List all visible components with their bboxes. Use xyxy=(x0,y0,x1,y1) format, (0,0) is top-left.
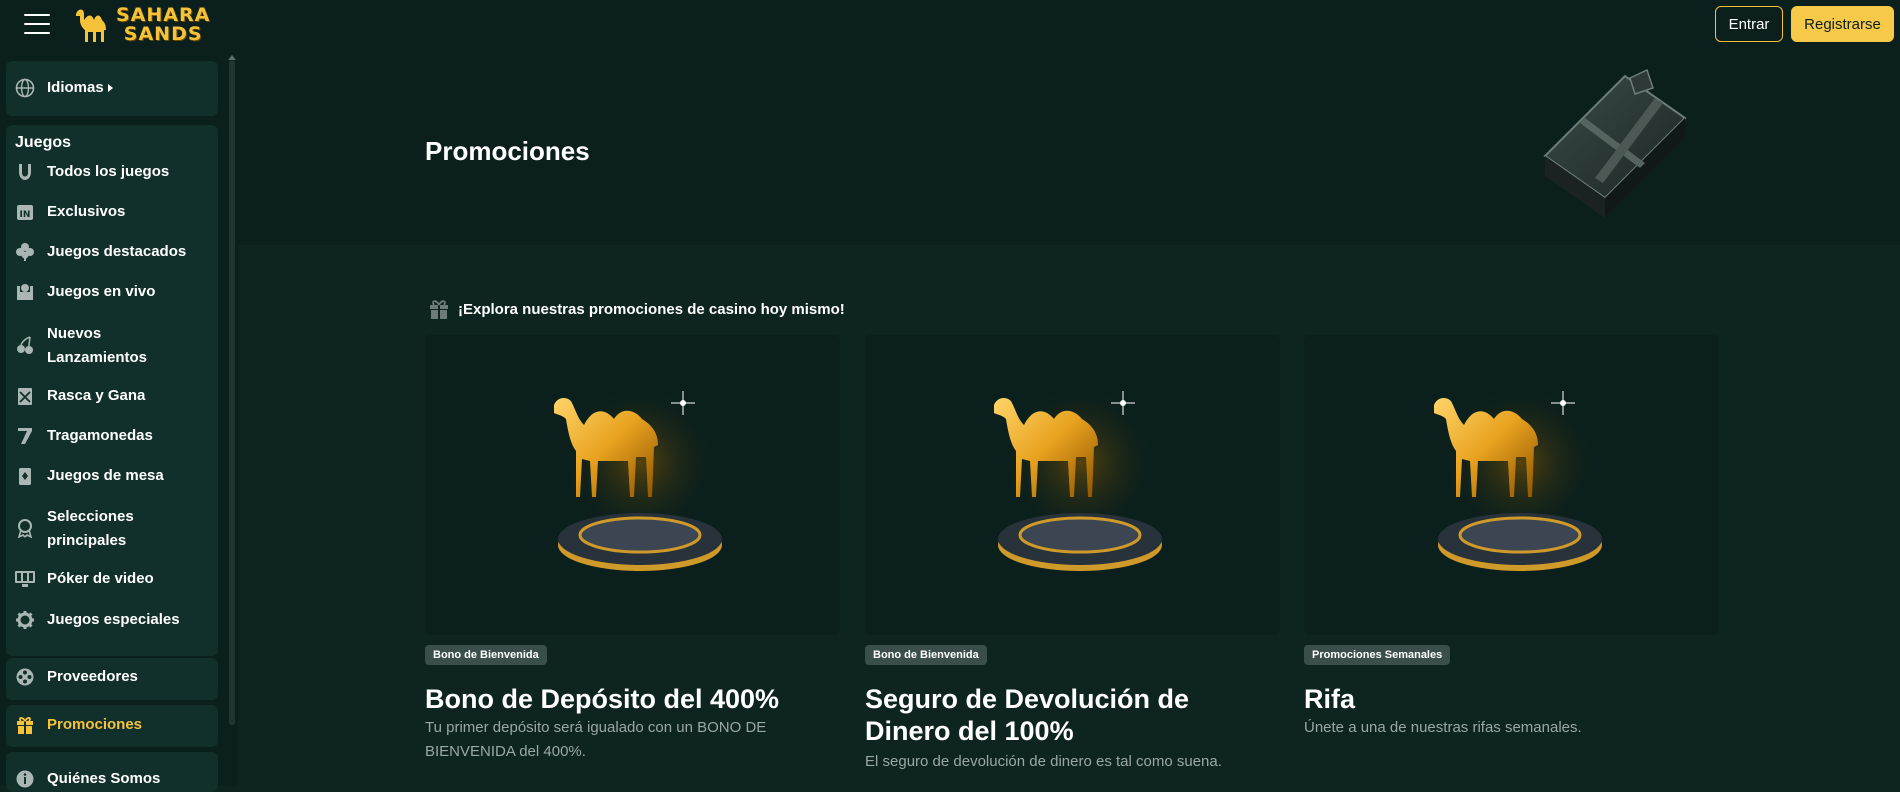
sidebar-item-label: Exclusivos xyxy=(47,203,126,220)
promo-badge: Bono de Bienvenida xyxy=(865,645,987,665)
promo-badge: Bono de Bienvenida xyxy=(425,645,547,665)
globe-icon xyxy=(14,77,36,99)
gift-icon xyxy=(14,714,36,736)
exclusive-icon: IN xyxy=(14,201,36,223)
language-selector[interactable]: Idiomas xyxy=(14,76,113,100)
sidebar-item-featured[interactable]: Juegos destacados xyxy=(14,240,186,264)
promo-description: Tu primer depósito será igualado con un … xyxy=(425,719,767,760)
sidebar-item-label: Juegos en vivo xyxy=(47,283,156,300)
sidebar-item-promotions[interactable]: Promociones xyxy=(14,713,142,737)
sidebar-item-about[interactable]: Quiénes Somos xyxy=(14,767,160,791)
golden-camel-trophy-icon xyxy=(1434,390,1602,571)
scratch-card-icon xyxy=(14,385,36,407)
logo-line-2: SANDS xyxy=(123,23,203,45)
sidebar-item-label: Juegos destacados xyxy=(47,243,187,260)
login-button[interactable]: Entrar xyxy=(1715,6,1783,42)
camel-logo-icon xyxy=(76,9,106,42)
live-dealer-icon xyxy=(14,281,36,303)
promo-badge: Promociones Semanales xyxy=(1304,645,1451,665)
cherries-icon xyxy=(14,334,36,356)
intro-text: ¡Explora nuestras promociones de casino … xyxy=(458,300,845,318)
sidebar-item-label: Tragamonedas xyxy=(47,427,153,444)
page-title: Promociones xyxy=(425,136,590,166)
sidebar-scrollbar[interactable] xyxy=(229,60,235,725)
sidebar-item-video-poker[interactable]: Póker de video xyxy=(14,567,154,591)
intro-heading: ¡Explora nuestras promociones de casino … xyxy=(428,298,845,320)
gift-icon xyxy=(430,300,448,319)
sidebar-item-label: Juegos especiales xyxy=(47,611,180,628)
svg-text:IN: IN xyxy=(20,210,31,220)
seven-icon xyxy=(14,425,36,447)
sidebar-item-new-releases[interactable]: Nuevos Lanzamientos xyxy=(14,322,167,370)
promo-title[interactable]: Rifa xyxy=(1304,683,1694,715)
sidebar-item-table-games[interactable]: Juegos de mesa xyxy=(14,464,164,488)
sidebar-item-label: Juegos de mesa xyxy=(47,467,164,484)
providers-icon xyxy=(14,666,36,688)
sidebar-item-specials[interactable]: Juegos especiales xyxy=(14,608,180,632)
sidebar-item-all-games[interactable]: Todos los juegos xyxy=(14,160,169,184)
award-icon xyxy=(14,517,36,539)
promo-description: El seguro de devolución de dinero es tal… xyxy=(865,753,1222,770)
top-bar: SAHARA SANDS Entrar Registrarse xyxy=(0,0,1900,53)
sidebar-item-label: Quiénes Somos xyxy=(47,770,161,787)
clover-icon xyxy=(14,241,36,263)
sidebar-item-exclusives[interactable]: IN Exclusivos xyxy=(14,200,125,224)
sidebar-item-label: Proveedores xyxy=(47,668,138,685)
gear-icon xyxy=(14,609,36,631)
sidebar-item-top-picks[interactable]: Selecciones principales xyxy=(14,505,167,553)
games-section-title: Juegos xyxy=(15,134,72,151)
gift-box-3d-icon xyxy=(1543,68,1687,218)
info-icon xyxy=(14,768,36,790)
sidebar-item-live[interactable]: Juegos en vivo xyxy=(14,280,155,304)
video-poker-icon xyxy=(14,568,36,590)
language-label: Idiomas xyxy=(47,79,104,96)
sidebar-item-slots[interactable]: Tragamonedas xyxy=(14,424,153,448)
sidebar-item-label: Selecciones principales xyxy=(47,508,134,549)
sidebar-item-label: Nuevos Lanzamientos xyxy=(47,325,148,366)
menu-icon[interactable] xyxy=(24,14,50,36)
golden-camel-trophy-icon xyxy=(994,390,1162,571)
promo-title[interactable]: Seguro de Devolución de Dinero del 100% xyxy=(865,683,1225,747)
register-button[interactable]: Registrarse xyxy=(1791,6,1894,42)
golden-camel-trophy-icon xyxy=(554,390,722,571)
sidebar-item-label: Póker de video xyxy=(47,570,154,587)
sidebar-item-scratch[interactable]: Rasca y Gana xyxy=(14,384,145,408)
sidebar-item-providers[interactable]: Proveedores xyxy=(14,665,138,689)
caret-right-icon xyxy=(107,84,113,92)
site-logo[interactable]: SAHARA SANDS xyxy=(70,2,210,48)
cards-icon xyxy=(14,465,36,487)
promo-description: Únete a una de nuestras rifas semanales. xyxy=(1304,719,1582,736)
sidebar-item-label: Promociones xyxy=(47,716,143,733)
promo-title[interactable]: Bono de Depósito del 400% xyxy=(425,683,815,715)
horseshoe-icon xyxy=(14,161,36,183)
sidebar-item-label: Todos los juegos xyxy=(47,163,170,180)
sidebar-item-label: Rasca y Gana xyxy=(47,387,146,404)
